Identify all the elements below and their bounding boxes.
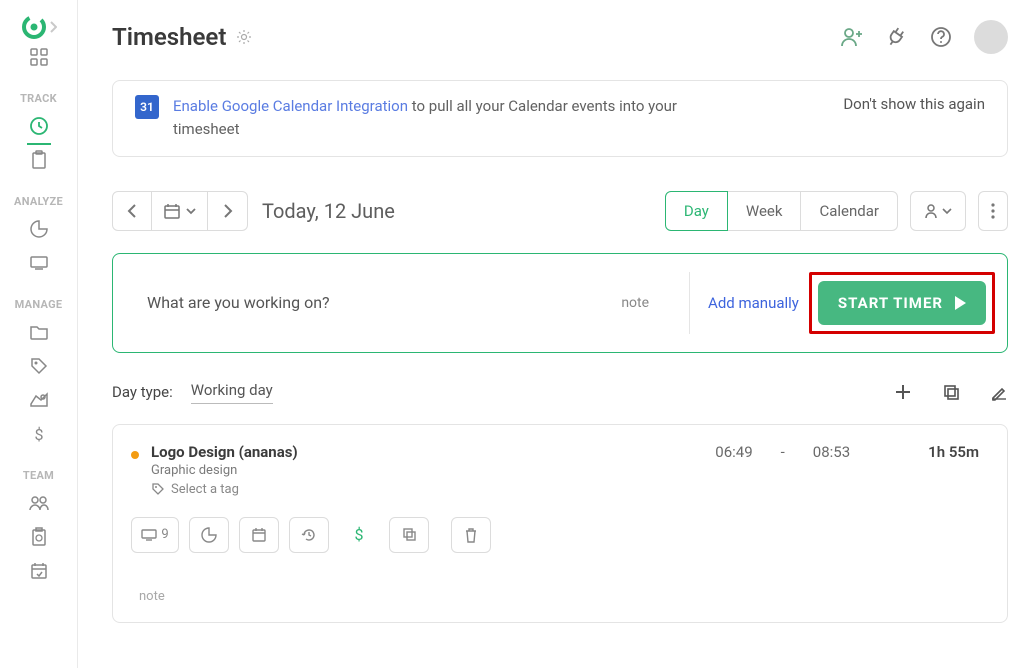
entry-billable-button[interactable]: $	[339, 517, 379, 553]
start-timer-label: START TIMER	[838, 294, 943, 312]
entry-tag-select[interactable]: Select a tag	[151, 482, 298, 497]
timer-note-input[interactable]: note	[581, 295, 689, 311]
timer-description-input[interactable]	[147, 293, 581, 312]
entry-apps-button[interactable]: 9	[131, 517, 179, 553]
more-options-button[interactable]	[978, 191, 1008, 231]
entry-delete-button[interactable]	[451, 517, 491, 553]
prev-day-button[interactable]	[112, 191, 152, 231]
svg-text:$: $	[34, 425, 43, 444]
banner-dismiss[interactable]: Don't show this again	[843, 95, 985, 113]
sidebar: TRACK ANALYZE MANAGE $ TEAM	[0, 0, 78, 668]
entry-analytics-button[interactable]	[189, 517, 229, 553]
entry-end-time[interactable]: 08:53	[813, 443, 850, 461]
help-icon[interactable]	[930, 26, 952, 48]
date-label: Today, 12 June	[262, 199, 395, 223]
play-icon	[955, 296, 966, 310]
sidebar-section-manage: MANAGE	[15, 298, 63, 311]
settings-icon[interactable]	[236, 29, 252, 45]
highlight-start-timer: START TIMER	[809, 272, 995, 334]
add-entry-button[interactable]	[894, 383, 912, 401]
sidebar-item-schedule[interactable]	[19, 554, 59, 588]
entry-subtitle: Graphic design	[151, 463, 298, 478]
sidebar-item-reports[interactable]	[19, 212, 59, 246]
next-day-button[interactable]	[208, 191, 248, 231]
user-filter-dropdown[interactable]	[910, 191, 966, 231]
calendar-picker-button[interactable]	[152, 191, 208, 231]
sidebar-item-apps[interactable]	[19, 246, 59, 280]
sidebar-item-timer[interactable]	[19, 109, 59, 143]
chevron-right-icon	[49, 21, 57, 33]
add-manually-link[interactable]: Add manually	[708, 294, 801, 312]
page-header: Timesheet	[112, 20, 1008, 54]
sidebar-item-team[interactable]	[19, 486, 59, 520]
view-tabs: Day Week Calendar	[665, 191, 898, 231]
user-avatar[interactable]	[974, 20, 1008, 54]
sidebar-item-billing[interactable]: $	[19, 417, 59, 451]
date-nav-row: Today, 12 June Day Week Calendar	[112, 191, 1008, 231]
entry-time-sep: -	[781, 443, 785, 461]
tab-calendar[interactable]: Calendar	[801, 191, 898, 231]
sidebar-item-tags[interactable]	[19, 349, 59, 383]
copy-day-button[interactable]	[942, 383, 960, 401]
day-type-row: Day type: Working day	[112, 381, 1008, 404]
page-title: Timesheet	[112, 23, 226, 51]
svg-text:$: $	[355, 526, 364, 544]
sidebar-item-timesheet[interactable]	[19, 143, 59, 177]
invite-user-icon[interactable]	[840, 26, 864, 48]
entry-title: Logo Design (ananas)	[151, 443, 298, 461]
google-calendar-icon: 31	[135, 95, 159, 119]
sidebar-item-location[interactable]	[19, 383, 59, 417]
entry-calendar-button[interactable]	[239, 517, 279, 553]
timer-card: note Add manually START TIMER	[112, 253, 1008, 353]
tab-week[interactable]: Week	[728, 191, 802, 231]
time-entry-card[interactable]: Logo Design (ananas) Graphic design Sele…	[112, 424, 1008, 623]
enable-gcal-link[interactable]: Enable Google Calendar Integration	[173, 97, 408, 115]
main-content: Timesheet 31 Enable Google Calendar Inte…	[78, 0, 1024, 668]
entry-toolbar: 9 $	[131, 517, 979, 553]
google-calendar-banner: 31 Enable Google Calendar Integration to…	[112, 80, 1008, 157]
tab-day[interactable]: Day	[665, 191, 728, 231]
sidebar-item-projects[interactable]	[19, 315, 59, 349]
sidebar-section-track: TRACK	[20, 92, 57, 105]
entry-note-input[interactable]: note	[131, 589, 979, 604]
app-logo[interactable]	[21, 14, 57, 40]
sidebar-item-shifts[interactable]	[19, 520, 59, 554]
start-timer-button[interactable]: START TIMER	[818, 281, 986, 325]
sidebar-section-team: TEAM	[23, 469, 54, 482]
integrations-icon[interactable]	[886, 26, 908, 48]
entry-start-time[interactable]: 06:49	[715, 443, 752, 461]
edit-day-button[interactable]	[990, 383, 1008, 401]
entry-history-button[interactable]	[289, 517, 329, 553]
daytype-label: Day type:	[112, 383, 173, 401]
project-color-dot	[131, 451, 139, 459]
entry-duration: 1h 55m	[878, 443, 979, 461]
entry-copy-button[interactable]	[389, 517, 429, 553]
sidebar-item-dashboard[interactable]	[19, 40, 59, 74]
daytype-dropdown[interactable]: Working day	[191, 381, 273, 404]
sidebar-section-analyze: ANALYZE	[14, 195, 63, 208]
